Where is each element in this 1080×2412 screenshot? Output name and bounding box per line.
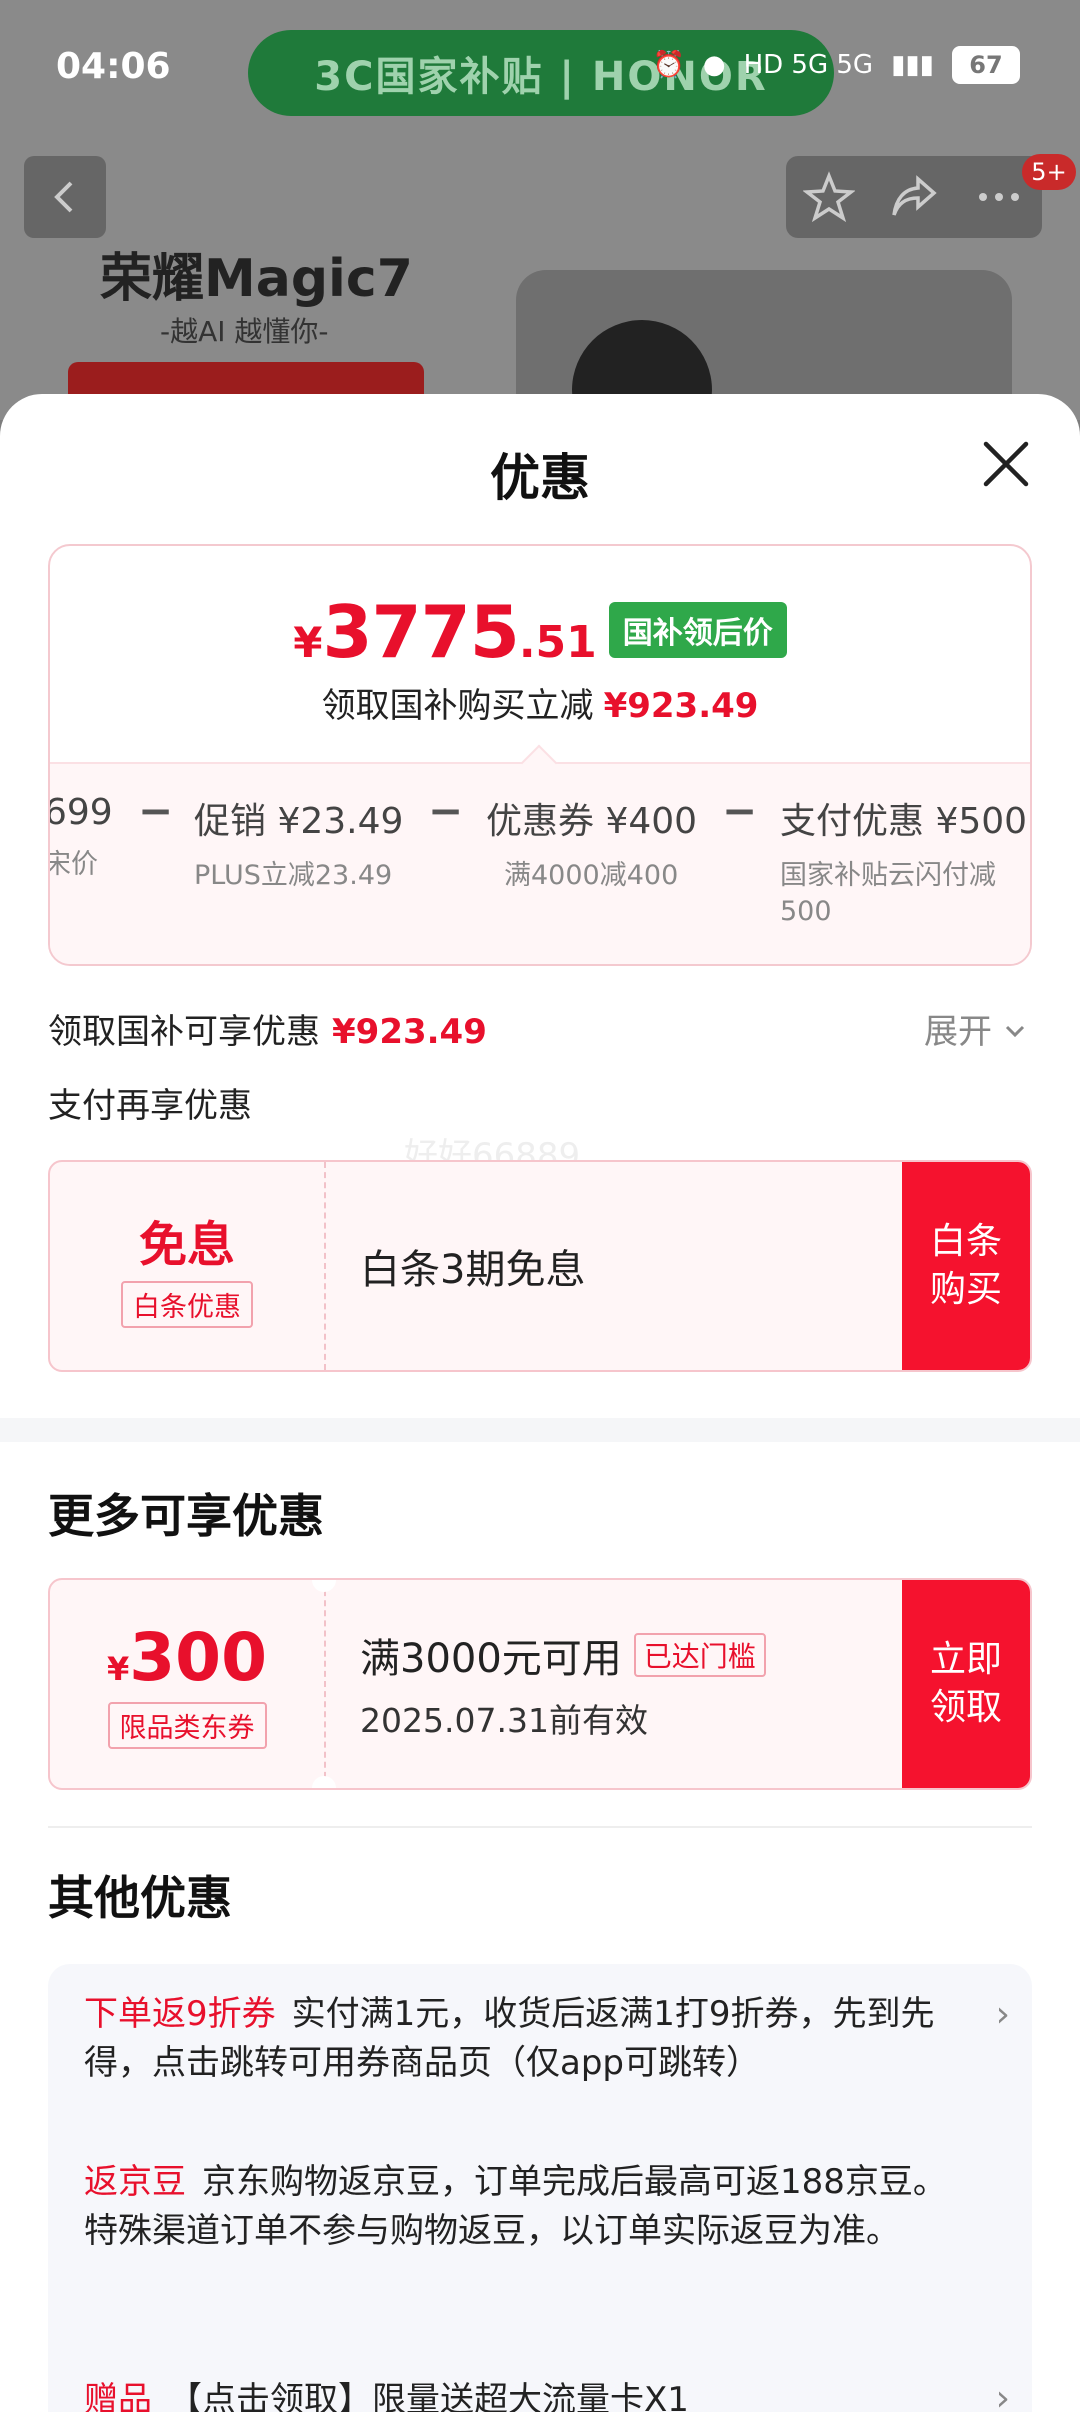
coupon-notch	[312, 1776, 336, 1788]
breakdown-item: 支付优惠 ¥500 国家补贴云闪付减500	[780, 792, 1030, 930]
nav-actions	[786, 156, 1042, 238]
minus-icon: −	[138, 786, 174, 835]
signal-icon: ▮▮▮	[891, 50, 934, 80]
coupon-left: 免息 白条优惠	[50, 1162, 326, 1370]
minus-icon: −	[428, 786, 464, 835]
item-tag: 下单返9折券	[84, 1994, 276, 2034]
message-badge: 5+	[1022, 154, 1076, 190]
gov-subsidy-value: ¥923.49	[332, 1012, 487, 1052]
breakdown-main: 优惠券 ¥400	[486, 801, 698, 842]
close-icon[interactable]	[976, 434, 1036, 494]
button-label: 立即领取	[929, 1639, 1002, 1728]
divider	[48, 1826, 1032, 1828]
item-text: 京东购物返京豆，订单完成后最高可返188京豆。特殊渠道订单不参与购物返豆，以订单…	[84, 2162, 947, 2251]
status-icons: ⏰ ● HD 5G 5G ▮▮▮ 67	[653, 46, 1020, 84]
back-arrow-icon	[54, 181, 73, 213]
more-icon[interactable]	[973, 171, 1025, 223]
chevron-down-icon	[1005, 1025, 1024, 1038]
coupon-type-label: 白条优惠	[121, 1280, 253, 1328]
gov-subsidy-label: 领取国补可享优惠	[48, 1012, 320, 1052]
coupon-info: 满3000元可用 已达门槛 2025.07.31前有效	[360, 1580, 766, 1788]
product-title: 荣耀Magic7	[100, 249, 413, 309]
breakdown-item: 699 宋价	[48, 792, 113, 883]
share-icon[interactable]	[888, 171, 940, 223]
claim-coupon-button[interactable]: 立即领取	[902, 1580, 1030, 1788]
item-tag: 返京豆	[84, 2162, 186, 2202]
price-integer: 3775	[322, 590, 519, 674]
coupon-value: 300	[129, 1619, 268, 1696]
price-row: ¥ 3775 .51 国补领后价	[50, 590, 1030, 674]
item-text: 【点击领取】限量送超大流量卡X1	[168, 2380, 689, 2412]
threshold-badge: 已达门槛	[633, 1633, 766, 1677]
breakdown-sub: 宋价	[48, 849, 98, 880]
chevron-right-icon[interactable]: ›	[996, 1994, 1010, 2035]
price-currency: ¥	[293, 618, 323, 667]
sheet-title: 优惠	[490, 449, 590, 507]
breakdown-sub: 国家补贴云闪付减500	[780, 860, 996, 927]
price-card: ¥ 3775 .51 国补领后价 领取国补购买立减 ¥923.49 699 宋价 …	[48, 544, 1032, 966]
gov-subsidy-row: 领取国补可享优惠 ¥923.49	[48, 1004, 487, 1053]
coupon-headline: 免息	[138, 1216, 235, 1273]
price-breakdown[interactable]: 699 宋价 − 促销 ¥23.49 PLUS立减23.49 − 优惠券 ¥40…	[48, 744, 1030, 964]
saving-label: 领取国补购买立减	[321, 686, 594, 726]
price-subtitle: 领取国补购买立减 ¥923.49	[50, 678, 1030, 727]
breakdown-item: 优惠券 ¥400 满4000减400	[486, 792, 697, 894]
chevron-right-icon[interactable]: ›	[996, 2378, 1010, 2412]
more-discounts-title: 更多可享优惠	[48, 1489, 324, 1543]
coupon-expiry: 2025.07.31前有效	[360, 1701, 648, 1740]
price-decimal: .51	[518, 617, 597, 668]
other-item-gift[interactable]: 赠品 【点击领取】限量送超大流量卡X1	[84, 2376, 964, 2412]
other-item-jingdou: 返京豆 京东购物返京豆，订单完成后最高可返188京豆。特殊渠道订单不参与购物返豆，…	[84, 2158, 964, 2256]
other-discounts-list: 下单返9折券 实付满1元，收货后返满1打9折券，先到先得，点击跳转可用券商品页（仅…	[48, 1964, 1032, 2412]
coupon-description: 白条3期免息	[360, 1247, 586, 1293]
saving-amount: ¥923.49	[603, 686, 759, 726]
location-icon: ●	[702, 50, 726, 80]
breakdown-main: 促销 ¥23.49	[194, 801, 404, 842]
coupon-condition: 满3000元可用	[360, 1636, 622, 1682]
breakdown-item: 促销 ¥23.49 PLUS立减23.49	[194, 792, 403, 894]
breakdown-main: 支付优惠 ¥500	[780, 801, 1028, 842]
expand-button[interactable]: 展开	[924, 1004, 1027, 1053]
expand-label: 展开	[924, 1012, 992, 1052]
status-bar: 04:06 ⏰ ● HD 5G 5G ▮▮▮ 67	[0, 0, 1080, 140]
breakdown-pointer	[520, 744, 558, 782]
star-icon[interactable]	[802, 171, 855, 223]
coupon-left: ¥300 限品类东券	[50, 1580, 326, 1788]
status-time: 04:06	[56, 46, 171, 87]
item-tag: 赠品	[84, 2380, 152, 2412]
product-subtitle: -越AI 越懂你-	[160, 315, 329, 348]
discount-sheet: 优惠 ¥ 3775 .51 国补领后价 领取国补购买立减 ¥923.49 699 …	[0, 394, 1080, 2412]
section-divider	[0, 1418, 1080, 1442]
minus-icon: −	[722, 786, 758, 835]
coupon-condition-row: 满3000元可用 已达门槛	[360, 1626, 766, 1684]
coupon-type-label: 限品类东券	[107, 1702, 267, 1749]
baitiao-coupon: 免息 白条优惠 白条3期免息 白条购买	[48, 1160, 1032, 1372]
coupon-amount: ¥300	[107, 1619, 267, 1696]
coupon-info: 白条3期免息	[360, 1162, 585, 1370]
subsidy-price-badge: 国补领后价	[608, 602, 787, 658]
breakdown-main: 699	[48, 792, 113, 833]
button-label: 白条购买	[929, 1221, 1002, 1310]
breakdown-sub: PLUS立减23.49	[194, 860, 393, 891]
back-button[interactable]	[24, 156, 106, 238]
breakdown-sub: 满4000减400	[504, 860, 679, 891]
other-item-coupon[interactable]: 下单返9折券 实付满1元，收货后返满1打9折券，先到先得，点击跳转可用券商品页（仅…	[84, 1990, 964, 2088]
battery-icon: 67	[952, 46, 1020, 84]
coupon-300: ¥300 限品类东券 满3000元可用 已达门槛 2025.07.31前有效 立…	[48, 1578, 1032, 1790]
coupon-currency: ¥	[106, 1650, 130, 1688]
other-discounts-title: 其他优惠	[48, 1871, 232, 1925]
alarm-icon: ⏰	[652, 50, 685, 80]
baitiao-buy-button[interactable]: 白条购买	[902, 1162, 1030, 1370]
network-label: HD 5G 5G	[743, 50, 874, 80]
pay-again-label: 支付再享优惠	[48, 1086, 252, 1126]
